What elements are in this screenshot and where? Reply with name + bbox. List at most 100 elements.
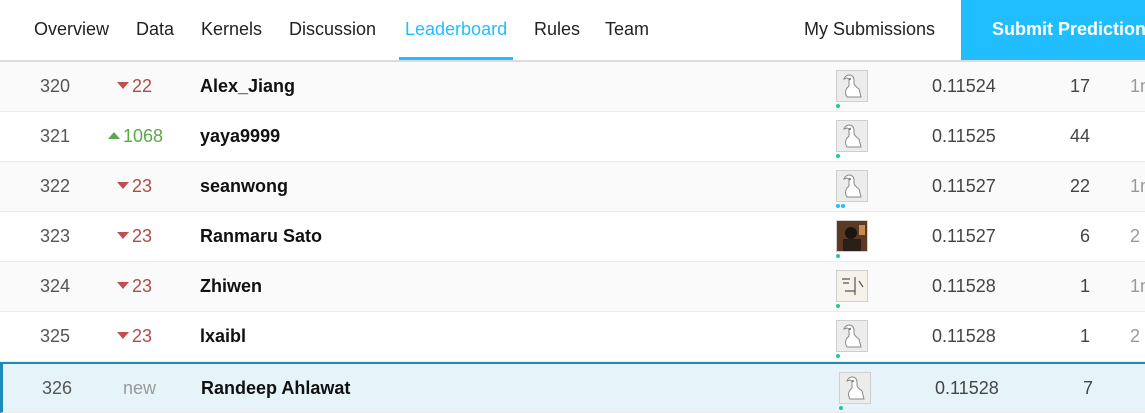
- rank-change: new: [123, 364, 193, 413]
- photo-avatar[interactable]: [836, 220, 868, 252]
- team-name[interactable]: Alex_Jiang: [200, 62, 760, 111]
- my-submissions-link[interactable]: My Submissions: [804, 0, 935, 60]
- entries-cell: 7: [1082, 378, 1093, 398]
- rank-cell: 321: [40, 126, 71, 146]
- team-name[interactable]: Zhiwen: [200, 262, 760, 311]
- rank-change: 1068: [108, 112, 178, 161]
- member-dot: [841, 204, 845, 208]
- rank-change-value: new: [123, 378, 157, 398]
- team-name[interactable]: seanwong: [200, 162, 760, 211]
- tab-kernels[interactable]: Kernels: [201, 0, 262, 60]
- triangle-down-icon: [117, 331, 129, 339]
- team-members: [836, 70, 868, 108]
- tab-rules[interactable]: Rules: [534, 0, 580, 60]
- team-name[interactable]: Ranmaru Sato: [200, 212, 760, 261]
- member-dot: [836, 304, 840, 308]
- goose-icon: [843, 324, 862, 348]
- entries-cell: 1: [1079, 276, 1090, 296]
- team-members: [836, 170, 868, 208]
- team-members: [836, 270, 868, 308]
- rank-cell: 323: [40, 226, 71, 246]
- active-tab-indicator: [399, 57, 514, 60]
- tab-data[interactable]: Data: [136, 0, 174, 60]
- table-row[interactable]: 325 23 lxaibl 0.11528 1 2: [0, 312, 1145, 362]
- score-cell: 0.11527: [932, 176, 996, 196]
- default-avatar[interactable]: [836, 70, 868, 102]
- rank-cell: 325: [40, 326, 71, 346]
- leaderboard-table: 32022Alex_Jiang0.11524171m3211068yaya999…: [0, 62, 1145, 413]
- score-cell: 0.11524: [932, 76, 996, 96]
- triangle-down-icon: [117, 181, 129, 189]
- submit-predictions-button[interactable]: Submit Predictions: [961, 0, 1145, 60]
- score-cell: 0.11528: [935, 378, 999, 398]
- table-row[interactable]: 322 23 seanwong 0.11527 22 1m: [0, 162, 1145, 212]
- table-row[interactable]: 323 23 Ranmaru Sato 0.11527 6 2: [0, 212, 1145, 262]
- rank-cell: 326: [42, 378, 73, 398]
- rank-cell: 322: [40, 176, 71, 196]
- rank-change-value: 23: [132, 326, 153, 346]
- triangle-down-icon: [117, 81, 129, 89]
- triangle-down-icon: [117, 281, 129, 289]
- table-row-current-user[interactable]: 326 new Randeep Ahlawat 0.11528 7: [0, 362, 1145, 413]
- member-dot: [836, 254, 840, 258]
- team-members: [836, 120, 868, 158]
- triangle-down-icon: [117, 231, 129, 239]
- member-dot: [836, 154, 840, 158]
- entries-cell: 6: [1079, 226, 1090, 246]
- member-dot: [836, 204, 840, 208]
- tab-overview[interactable]: Overview: [34, 0, 109, 60]
- score-cell: 0.11528: [932, 276, 996, 296]
- entries-cell: 44: [1069, 126, 1090, 146]
- profile-photo: [837, 221, 867, 251]
- rank-change-value: 23: [132, 176, 153, 196]
- table-row[interactable]: 320 22 Alex_Jiang 0.11524 17 1m: [0, 62, 1145, 112]
- default-avatar[interactable]: [839, 372, 871, 404]
- tab-leaderboard-label: Leaderboard: [405, 19, 508, 39]
- member-dot: [836, 104, 840, 108]
- triangle-up-icon: [108, 131, 120, 139]
- last-submission-cell: 2: [1130, 326, 1141, 346]
- rank-change: 23: [117, 212, 187, 261]
- rank-cell: 320: [40, 76, 71, 96]
- tab-leaderboard[interactable]: Leaderboard: [399, 0, 514, 60]
- team-members: [836, 320, 868, 358]
- team-members: [836, 220, 868, 258]
- default-avatar[interactable]: [836, 170, 868, 202]
- default-avatar[interactable]: [836, 320, 868, 352]
- rank-change: 22: [117, 62, 187, 111]
- table-row[interactable]: 321 1068 yaya9999 0.11525 44: [0, 112, 1145, 162]
- rank-change: 23: [117, 312, 187, 361]
- rank-change: 23: [117, 162, 187, 211]
- member-dot: [839, 406, 843, 410]
- rank-change-value: 1068: [123, 126, 164, 146]
- score-cell: 0.11527: [932, 226, 996, 246]
- score-cell: 0.11528: [932, 326, 996, 346]
- last-submission-cell: 1m: [1130, 276, 1145, 296]
- table-row[interactable]: 324 23 Zhiwen 0.11528 1 1m: [0, 262, 1145, 312]
- score-cell: 0.11525: [932, 126, 996, 146]
- team-name[interactable]: Randeep Ahlawat: [201, 364, 761, 413]
- team-name[interactable]: lxaibl: [200, 312, 760, 361]
- goose-icon: [843, 124, 862, 148]
- rank-change-value: 23: [132, 226, 153, 246]
- default-avatar[interactable]: [836, 120, 868, 152]
- member-dot: [836, 354, 840, 358]
- team-members: [839, 372, 871, 410]
- entries-cell: 22: [1069, 176, 1090, 196]
- sketch-avatar[interactable]: [836, 270, 868, 302]
- goose-icon: [843, 74, 862, 98]
- last-submission-cell: 2: [1130, 226, 1141, 246]
- rank-change-value: 22: [132, 76, 153, 96]
- rank-change: 23: [117, 262, 187, 311]
- team-name[interactable]: yaya9999: [200, 112, 760, 161]
- goose-icon: [843, 174, 862, 198]
- goose-icon: [846, 376, 865, 400]
- tab-team[interactable]: Team: [605, 0, 649, 60]
- tab-discussion[interactable]: Discussion: [289, 0, 376, 60]
- last-submission-cell: [1133, 364, 1145, 413]
- last-submission-cell: [1130, 112, 1145, 161]
- competition-nav: Overview Data Kernels Discussion Leaderb…: [0, 0, 1145, 62]
- rank-cell: 324: [40, 276, 71, 296]
- last-submission-cell: 1m: [1130, 176, 1145, 196]
- entries-cell: 17: [1069, 76, 1090, 96]
